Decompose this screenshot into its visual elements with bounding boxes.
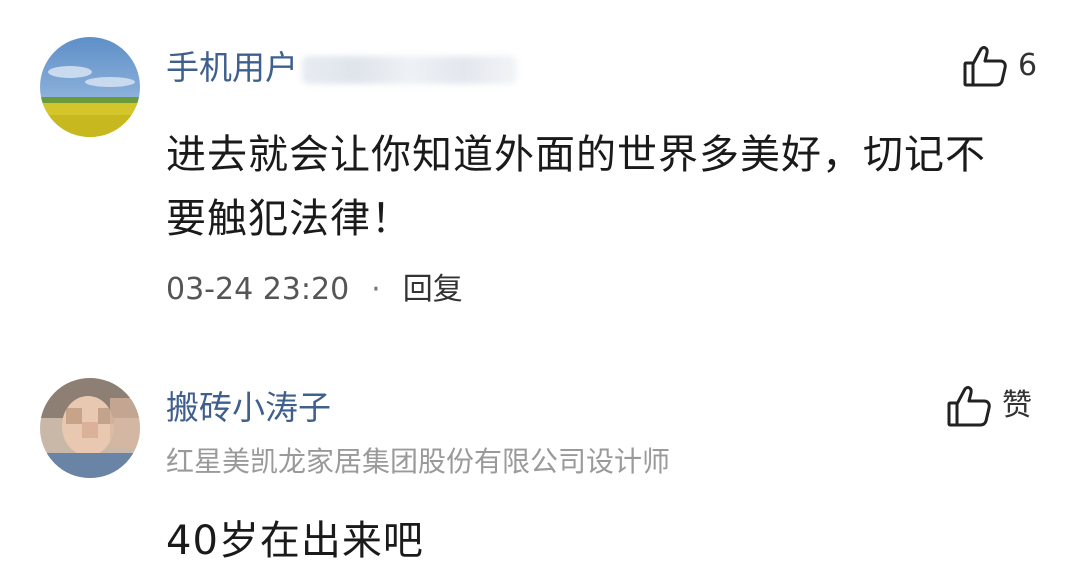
content-line: 进去就会让你知道外面的世界多美好，切记不 <box>166 132 986 178</box>
username-text[interactable]: 搬砖小涛子 <box>166 388 331 427</box>
comment-item: 手机用户 6 进去就会让你知道外面的世界多美好，切记不 要触犯法律！ 03-24… <box>0 0 1080 340</box>
comment-meta: 03-24 23:20 · 回复 <box>166 270 463 310</box>
timestamp: 03-24 23:20 <box>166 272 350 307</box>
like-button[interactable]: 6 <box>962 42 1037 90</box>
like-label: 赞 <box>1002 388 1032 423</box>
comment-item: 搬砖小涛子 赞 红星美凯龙家居集团股份有限公司设计师 40岁在出来吧 <box>0 340 1080 583</box>
username[interactable]: 搬砖小涛子 <box>166 388 331 428</box>
avatar[interactable] <box>40 37 140 137</box>
reply-button[interactable]: 回复 <box>403 272 463 307</box>
avatar[interactable] <box>40 378 140 478</box>
username-text[interactable]: 手机用户 <box>166 48 298 87</box>
separator-dot: · <box>371 272 381 307</box>
redacted-username-block <box>302 55 517 84</box>
user-title: 红星美凯龙家居集团股份有限公司设计师 <box>166 445 671 478</box>
like-count: 6 <box>1018 48 1038 83</box>
username[interactable]: 手机用户 <box>166 48 517 88</box>
content-line: 40岁在出来吧 <box>166 518 424 564</box>
content-line: 要触犯法律！ <box>166 196 412 242</box>
comment-content: 进去就会让你知道外面的世界多美好，切记不 要触犯法律！ <box>166 123 1046 251</box>
like-button[interactable]: 赞 <box>946 382 1032 430</box>
thumbs-up-icon <box>946 383 992 429</box>
comment-content: 40岁在出来吧 <box>166 509 1046 573</box>
thumbs-up-icon <box>962 43 1008 89</box>
